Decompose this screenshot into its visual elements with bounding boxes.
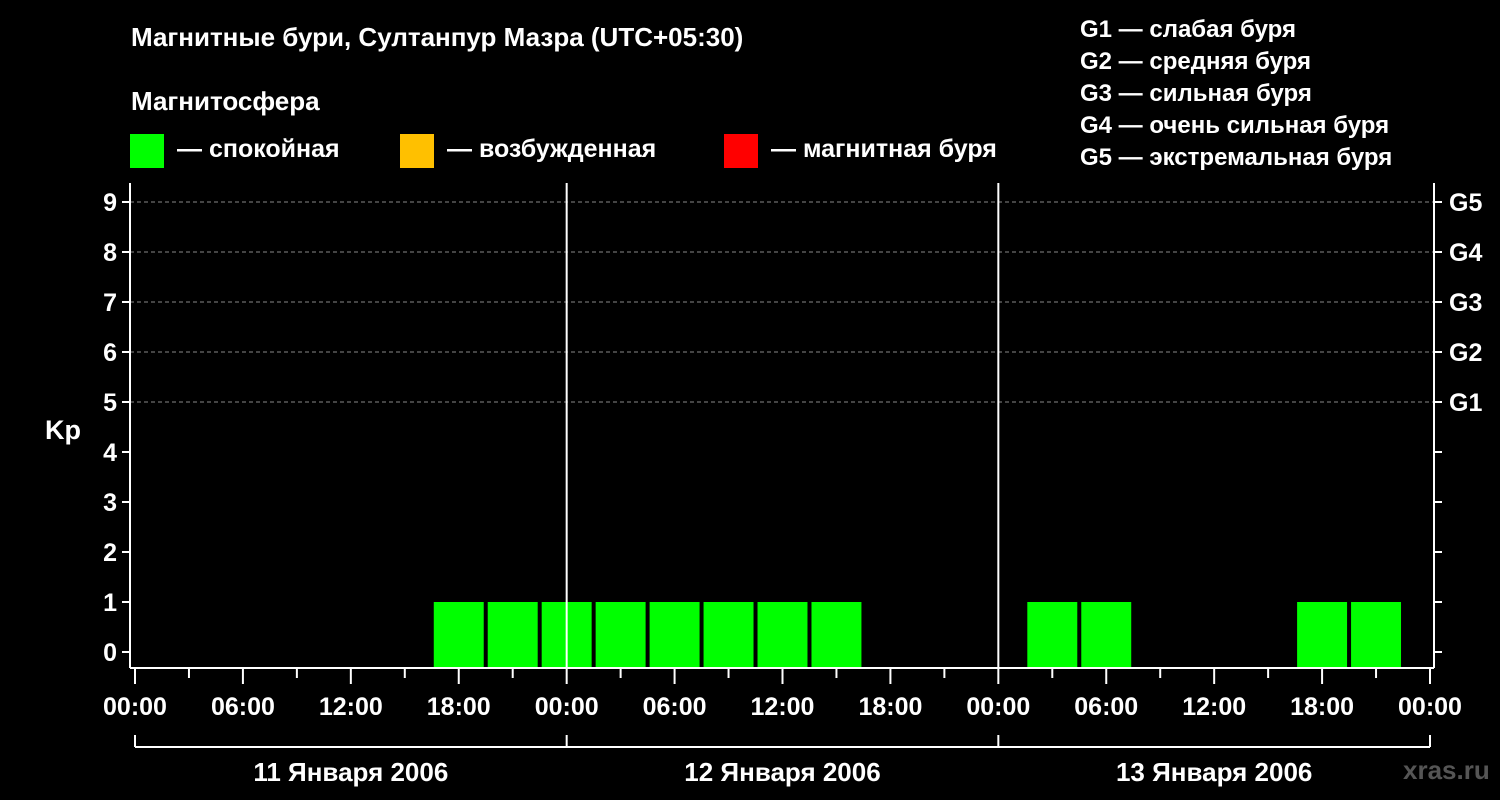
- kp-bar: [1351, 602, 1402, 668]
- x-tick-label: 00:00: [1398, 693, 1462, 721]
- y-tick-label: 8: [103, 239, 117, 267]
- kp-bar: [757, 602, 808, 668]
- y-tick-label: 9: [103, 189, 117, 217]
- x-tick-label: 12:00: [751, 693, 815, 721]
- day-label: 11 Января 2006: [253, 757, 448, 787]
- x-tick-label: 06:00: [1074, 693, 1138, 721]
- g-level-label: G4: [1449, 239, 1482, 267]
- y-tick-label: 6: [103, 339, 117, 367]
- x-tick-label: 00:00: [535, 693, 599, 721]
- kp-bar: [811, 602, 862, 668]
- kp-bar: [487, 602, 538, 668]
- y-tick-label: 3: [103, 489, 117, 517]
- x-tick-label: 00:00: [103, 693, 167, 721]
- y-tick-label: 5: [103, 389, 117, 417]
- g-level-label: G5: [1449, 189, 1482, 217]
- x-tick-label: 18:00: [858, 693, 922, 721]
- kp-chart: 0 1 2 3 4 5 6 7 8 9 G1 G2 G3 G4 G5 Kp 00:00 06:00 12:00 18:…: [45, 183, 1482, 787]
- kp-bar: [433, 602, 484, 668]
- x-tick-label: 12:00: [1182, 693, 1246, 721]
- day-label: 12 Января 2006: [684, 757, 880, 787]
- y-tick-label: 0: [103, 639, 117, 667]
- kp-bar: [1081, 602, 1132, 668]
- y-tick-label: 7: [103, 289, 117, 317]
- kp-bar: [1297, 602, 1348, 668]
- kp-bar: [595, 602, 646, 668]
- g-level-label: G1: [1449, 389, 1482, 417]
- y-axis-label: Kp: [45, 415, 81, 445]
- y-tick-label: 1: [103, 589, 117, 617]
- g-level-label: G2: [1449, 339, 1482, 367]
- day-label: 13 Января 2006: [1116, 757, 1312, 787]
- x-tick-label: 00:00: [966, 693, 1030, 721]
- kp-bar: [1027, 602, 1078, 668]
- x-tick-label: 18:00: [427, 693, 491, 721]
- x-tick-label: 06:00: [643, 693, 707, 721]
- x-tick-label: 12:00: [319, 693, 383, 721]
- x-tick-label: 18:00: [1290, 693, 1354, 721]
- y-tick-label: 2: [103, 539, 117, 567]
- kp-bar: [703, 602, 754, 668]
- y-tick-label: 4: [103, 439, 117, 467]
- watermark: xras.ru: [1403, 755, 1490, 785]
- kp-bar: [649, 602, 700, 668]
- x-tick-label: 06:00: [211, 693, 275, 721]
- g-level-label: G3: [1449, 289, 1482, 317]
